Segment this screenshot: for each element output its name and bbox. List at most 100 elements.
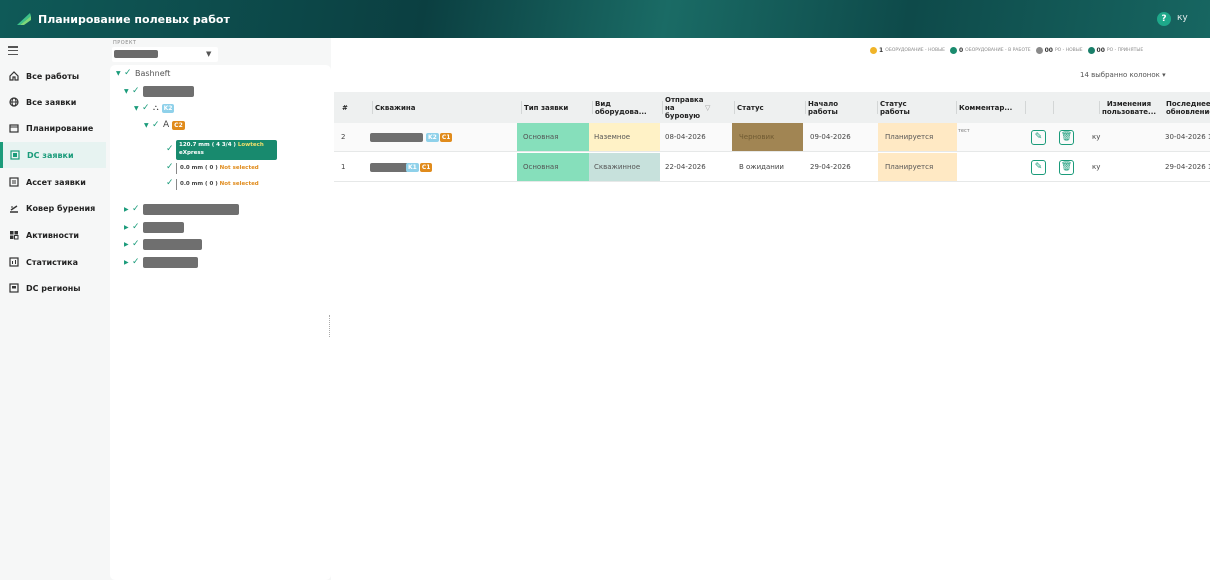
sidebar-item-label: Активности bbox=[26, 230, 79, 240]
sidebar-item-dc-requests[interactable]: DC заявки bbox=[0, 142, 106, 168]
question-icon[interactable]: ? bbox=[1157, 12, 1171, 26]
status-count: 00 bbox=[1096, 46, 1105, 54]
column-header-request-type[interactable]: Тип заявки bbox=[521, 92, 568, 123]
project-value-redacted bbox=[114, 50, 158, 58]
expand-icon[interactable]: ▼ bbox=[124, 88, 132, 95]
expand-icon[interactable]: ▶ bbox=[124, 241, 132, 248]
check-icon[interactable]: ✓ bbox=[152, 120, 163, 130]
updated-cell: 30-04-2026 17 bbox=[1165, 133, 1210, 141]
tree-node[interactable]: ▼ ✓ A C2 bbox=[144, 118, 185, 132]
tree-node[interactable]: ▶ ✓ bbox=[124, 237, 202, 251]
home-icon bbox=[8, 71, 19, 82]
well-cell: K1 C1 bbox=[370, 153, 433, 181]
expand-icon[interactable]: ▼ bbox=[116, 70, 124, 77]
row-number: 1 bbox=[341, 163, 346, 171]
sidebar-item-all-requests[interactable]: Все заявки bbox=[0, 89, 106, 115]
option-size: 0.0 mm ( 0 ) bbox=[180, 165, 220, 171]
tree-node[interactable]: ▶ ✓ bbox=[124, 202, 239, 216]
well-name-redacted bbox=[370, 132, 423, 142]
sidebar-item-drilling-rig[interactable]: Ковер бурения bbox=[0, 195, 106, 221]
region-icon bbox=[8, 283, 19, 294]
sidebar-item-planning[interactable]: Планирование bbox=[0, 115, 106, 141]
trash-icon[interactable]: 🗑 bbox=[1059, 160, 1074, 175]
tree-node[interactable]: ▼ ✓ bbox=[124, 84, 194, 98]
tree-node[interactable]: ▶ ✓ bbox=[124, 255, 198, 269]
tag-c: C2 bbox=[172, 120, 185, 130]
request-type-cell: Основная bbox=[523, 163, 559, 171]
check-icon[interactable]: ✓ bbox=[124, 68, 135, 78]
column-header-num[interactable]: # bbox=[342, 92, 348, 123]
sidebar-item-all-works[interactable]: Все работы bbox=[0, 63, 106, 89]
selected-equipment-chip[interactable]: 120.7 mm ( 4 3/4 ) Lowtech eXpress bbox=[176, 140, 277, 160]
edit-icon[interactable]: ✎ bbox=[1031, 160, 1046, 175]
check-icon[interactable]: ✓ bbox=[132, 257, 143, 267]
project-select[interactable]: ▼ bbox=[112, 47, 218, 62]
work-status-cell: Планируется bbox=[885, 163, 934, 171]
chevron-down-icon: ▼ bbox=[206, 50, 212, 58]
column-header-last-update[interactable]: Последнее обновление bbox=[1166, 92, 1210, 123]
sidebar-item-dc-regions[interactable]: DC регионы bbox=[0, 275, 106, 301]
check-icon[interactable]: ✓ bbox=[142, 103, 153, 113]
column-header-status[interactable]: Статус bbox=[734, 92, 764, 123]
tag-k: K1 bbox=[406, 162, 419, 172]
status-ro-accepted: 00 РО - ПРИНЯТЫЕ bbox=[1087, 46, 1144, 54]
status-ro-new: 00 РО - НОВЫЕ bbox=[1035, 46, 1083, 54]
equipment-option[interactable]: 0.0 mm ( 0 ) Not selected bbox=[176, 163, 259, 174]
status-text: РО - ПРИНЯТЫЕ bbox=[1106, 47, 1144, 53]
sidebar-item-label: Ассет заявки bbox=[26, 177, 86, 187]
columns-selector[interactable]: 14 выбранно колонок ▾ bbox=[1080, 71, 1166, 79]
table-row[interactable]: 1 K1 C1 Основная Скважинное 22-04-2026 В… bbox=[334, 153, 1210, 182]
column-header-work-status[interactable]: Статус работы bbox=[877, 92, 910, 123]
column-header-start[interactable]: Начало работы bbox=[805, 92, 838, 123]
app-title: Планирование полевых работ bbox=[38, 12, 230, 26]
column-header-user-changes[interactable]: Изменения пользовате... bbox=[1099, 92, 1156, 123]
trash-icon[interactable]: 🗑 bbox=[1059, 130, 1074, 145]
status-count: 00 bbox=[1044, 46, 1053, 54]
option-state: Not selected bbox=[219, 165, 259, 171]
expand-icon[interactable]: ▶ bbox=[124, 206, 132, 213]
column-header-comment[interactable]: Комментар... bbox=[956, 92, 1012, 123]
check-icon[interactable]: ✓ bbox=[132, 204, 143, 214]
check-icon[interactable]: ✓ bbox=[132, 86, 143, 96]
tree-panel: ПРОЕКТ ▼ ▼ ✓ Bashneft ▼ ✓ ▼ ✓ ⛬ K2 ▼ ✓ A bbox=[106, 38, 331, 580]
edit-icon[interactable]: ✎ bbox=[1031, 130, 1046, 145]
tree-node[interactable]: ▶ ✓ bbox=[124, 220, 184, 234]
menu-toggle-icon[interactable] bbox=[8, 46, 18, 55]
status-cell: В ожидании bbox=[739, 163, 784, 171]
tree-node-label: Bashneft bbox=[135, 68, 171, 78]
sidebar-item-statistics[interactable]: Статистика bbox=[0, 249, 106, 275]
column-header-well[interactable]: Скважина bbox=[372, 92, 415, 123]
chevron-down-icon: ▾ bbox=[1162, 71, 1166, 79]
column-header-equipment[interactable]: Вид оборудова... bbox=[592, 92, 647, 123]
check-icon[interactable]: ✓ bbox=[132, 222, 143, 232]
user-menu[interactable]: ку bbox=[1177, 13, 1188, 23]
status-equipment-new: 1 ОБОРУДОВАНИЕ - НОВЫЕ bbox=[870, 46, 945, 54]
chip-size: 120.7 mm ( 4 3/4 ) bbox=[179, 142, 238, 148]
expand-icon[interactable]: ▶ bbox=[124, 224, 132, 231]
filter-icon[interactable]: ▽ bbox=[705, 104, 710, 112]
status-count: 1 bbox=[879, 46, 884, 54]
asset-icon bbox=[8, 177, 19, 188]
option-state: Not selected bbox=[219, 181, 259, 187]
check-icon[interactable]: ✓ bbox=[132, 239, 143, 249]
tag-k: K2 bbox=[161, 103, 175, 113]
expand-icon[interactable]: ▶ bbox=[124, 259, 132, 266]
equipment-option[interactable]: 0.0 mm ( 0 ) Not selected bbox=[176, 179, 259, 190]
status-dot bbox=[949, 46, 957, 54]
expand-icon[interactable]: ▼ bbox=[144, 122, 152, 129]
redacted-label bbox=[143, 238, 202, 250]
sidebar-item-asset-requests[interactable]: Ассет заявки bbox=[0, 169, 106, 195]
column-header-dispatch[interactable]: Отправка на буровую bbox=[662, 92, 703, 123]
status-equipment-in-progress: 0 ОБОРУДОВАНИЕ - В РАБОТЕ bbox=[949, 46, 1031, 54]
tree-node-root[interactable]: ▼ ✓ Bashneft bbox=[116, 66, 170, 80]
panel-resize-handle[interactable] bbox=[329, 315, 331, 337]
status-summary: 1 ОБОРУДОВАНИЕ - НОВЫЕ 0 ОБОРУДОВАНИЕ - … bbox=[870, 44, 1148, 56]
sidebar-item-activities[interactable]: Активности bbox=[0, 222, 106, 248]
expand-icon[interactable]: ▼ bbox=[134, 105, 142, 112]
logo-icon bbox=[17, 13, 31, 25]
row-number: 2 bbox=[341, 133, 346, 141]
table-row[interactable]: 2 K2 C1 Основная Наземное 08-04-2026 Чер… bbox=[334, 123, 1210, 152]
well-cluster-icon: ⛬ bbox=[153, 103, 159, 112]
chart-icon bbox=[8, 257, 19, 268]
tree-node[interactable]: ▼ ✓ ⛬ K2 bbox=[134, 101, 175, 115]
